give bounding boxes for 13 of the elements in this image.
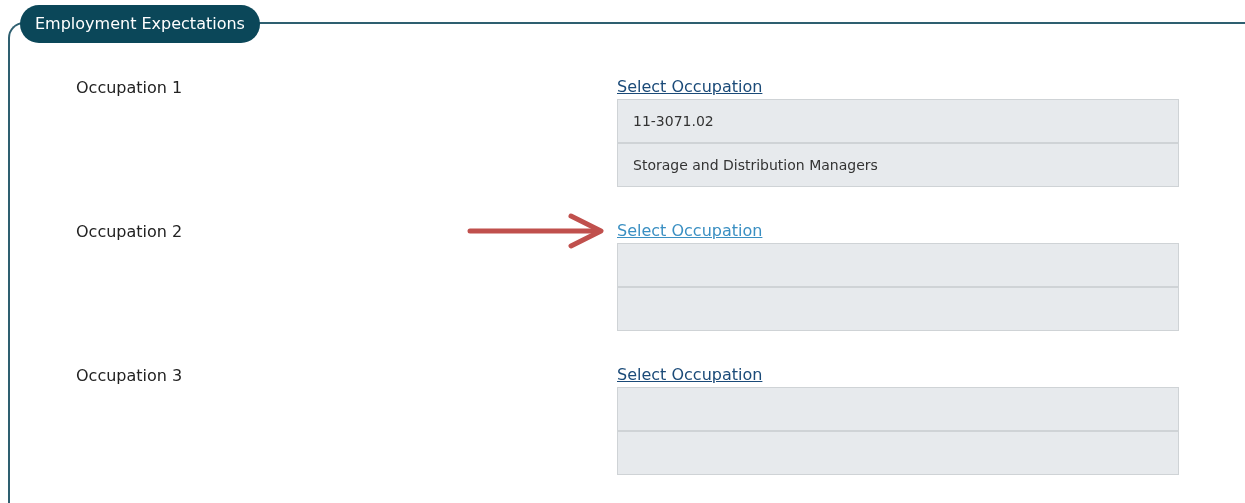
code-field[interactable] [617,243,1179,287]
title-field[interactable] [617,431,1179,475]
code-field[interactable]: 11-3071.02 [617,99,1179,143]
select-occupation-link[interactable]: Select Occupation [617,364,763,386]
select-occupation-link[interactable]: Select Occupation [617,76,763,98]
occupation-label: Occupation 2 [76,221,183,243]
title-field[interactable] [617,287,1179,331]
title-field[interactable]: Storage and Distribution Managers [617,143,1179,187]
occupation-label: Occupation 3 [76,365,183,387]
select-occupation-link[interactable]: Select Occupation [617,220,763,242]
occupation-label: Occupation 1 [76,77,183,99]
section-title: Employment Expectations [20,5,260,43]
code-field[interactable] [617,387,1179,431]
